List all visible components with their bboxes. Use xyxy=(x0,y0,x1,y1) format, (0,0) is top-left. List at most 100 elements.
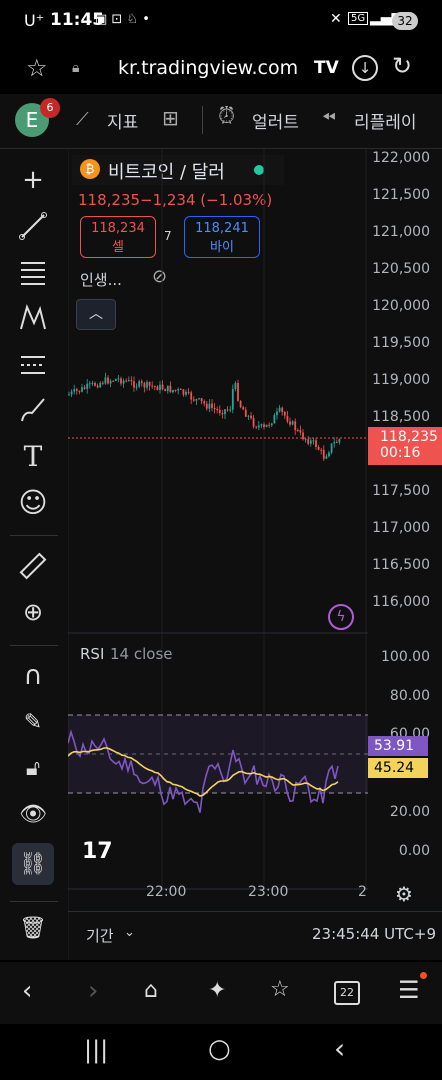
candle-body xyxy=(304,439,307,441)
price-tick: 116,500 xyxy=(372,557,430,573)
candle-body xyxy=(255,426,258,428)
toolbar-separator xyxy=(10,535,58,536)
candle-body xyxy=(190,392,193,400)
emoji-icon[interactable]: ☺ xyxy=(14,483,52,521)
candle-body xyxy=(130,380,133,382)
candle-body xyxy=(161,384,164,390)
candle-body xyxy=(281,407,284,412)
alarm-icon[interactable]: ⏰︎ xyxy=(218,104,235,129)
tradingview-icon[interactable]: TV xyxy=(314,58,339,78)
candle-body xyxy=(247,415,250,417)
candle-body xyxy=(231,388,234,410)
candle-body xyxy=(270,423,273,426)
zoom-icon[interactable]: ⊕ xyxy=(14,593,52,631)
forward-icon[interactable]: › xyxy=(88,976,98,1006)
download-icon[interactable]: ↓ xyxy=(352,55,378,81)
unlock-icon[interactable]: 🔓︎ xyxy=(14,749,52,787)
candle-body xyxy=(283,411,286,416)
alerts-button[interactable]: 얼러트 xyxy=(252,108,299,133)
last-price-value: 118,235 xyxy=(380,429,438,445)
back-icon[interactable]: ‹ xyxy=(22,976,32,1006)
divider xyxy=(68,911,442,912)
settings-gear-icon[interactable]: ⚙ xyxy=(395,882,413,906)
candle-body xyxy=(86,383,89,389)
url-text[interactable]: kr.tradingview.com xyxy=(118,57,298,79)
chevron-down-icon[interactable]: ⌄ xyxy=(124,925,135,940)
candle-body xyxy=(294,421,297,431)
sparkle-icon[interactable]: ✦ xyxy=(208,978,226,1003)
magnet-icon[interactable]: ∩ xyxy=(14,657,52,695)
rsi-tick: 20.00 xyxy=(389,804,430,820)
candle-body xyxy=(322,449,325,459)
back-nav-icon[interactable]: ‹ xyxy=(334,1032,345,1065)
candle-body xyxy=(302,432,304,440)
recents-icon[interactable]: ||| xyxy=(84,1036,108,1064)
candle-body xyxy=(265,424,268,428)
notification-badge: 6 xyxy=(40,98,60,118)
candle-body xyxy=(122,380,125,384)
rsi-title[interactable]: RSI xyxy=(80,645,104,663)
indicators-icon[interactable]: ⟋ xyxy=(76,109,89,130)
bookmarks-icon[interactable]: ☆ xyxy=(270,977,290,1002)
range-selector[interactable]: 기간 xyxy=(86,925,114,946)
price-tick: 122,000 xyxy=(372,150,430,166)
trash-icon[interactable]: 🗑︎ xyxy=(14,909,52,947)
candle-body xyxy=(257,425,260,428)
price-tick: 117,500 xyxy=(372,483,430,499)
lock-icon[interactable]: 🔒︎ xyxy=(72,60,79,76)
candle-body xyxy=(187,391,190,393)
candle-body xyxy=(252,418,255,427)
ruler-icon[interactable] xyxy=(14,547,52,585)
price-tick: 120,000 xyxy=(372,298,430,314)
candle-body xyxy=(260,424,263,426)
system-nav-bar: ||| ○ ‹ xyxy=(0,1024,442,1080)
rsi-params[interactable]: 14 close xyxy=(110,645,173,663)
candle-body xyxy=(159,384,161,391)
layouts-icon[interactable]: ⊞ xyxy=(162,106,179,130)
candle-body xyxy=(70,391,73,395)
candle-body xyxy=(221,412,224,415)
text-icon[interactable]: T xyxy=(14,437,52,475)
candle-body xyxy=(135,386,138,388)
candle-body xyxy=(263,424,265,428)
home-button-icon[interactable]: ○ xyxy=(208,1034,231,1064)
price-tick: 120,500 xyxy=(372,261,430,277)
candle-body xyxy=(224,409,226,415)
replay-icon[interactable]: ⏪︎ xyxy=(322,108,336,128)
price-tick: 119,500 xyxy=(372,335,430,351)
fib-icon[interactable] xyxy=(14,253,52,291)
forecast-icon[interactable] xyxy=(14,345,52,383)
home-icon[interactable]: ⌂ xyxy=(144,978,158,1003)
timezone-clock[interactable]: 23:45:44 UTC+9 xyxy=(312,925,436,943)
candle-body xyxy=(242,407,245,410)
trendline-icon[interactable] xyxy=(14,207,52,245)
menu-icon[interactable]: ☰ xyxy=(398,976,420,1004)
candle-body xyxy=(104,377,107,384)
replay-button[interactable]: 리플레이 xyxy=(354,108,417,133)
flash-icon[interactable]: ϟ xyxy=(328,604,354,630)
rsi-ma-value-label: 45.24 xyxy=(368,758,428,778)
candle-body xyxy=(96,385,99,388)
eye-icon[interactable]: 👁︎ xyxy=(14,795,52,833)
indicators-button[interactable]: 지표 xyxy=(107,108,138,133)
rsi-tick: 0.00 xyxy=(398,843,430,859)
brush-icon[interactable] xyxy=(14,391,52,429)
lock-drawing-icon[interactable]: ✎ xyxy=(14,703,52,741)
candle-body xyxy=(317,446,320,450)
link-icon[interactable]: ⛓︎ xyxy=(12,843,54,885)
drawing-toolbar: + T ☺ ⊕ ∩ ✎ 🔓︎ 👁︎ ⛓︎ 🗑︎ xyxy=(0,149,68,960)
candle-body xyxy=(83,387,86,389)
menu-notification-dot xyxy=(420,972,427,979)
price-axis[interactable]: 122,000 121,500 121,000 120,500 120,000 … xyxy=(368,149,442,889)
chart-area[interactable]: ₿ 비트코인 / 달러 118,235 −1,234 (−1.03%) 118,… xyxy=(68,149,442,960)
candle-body xyxy=(200,398,203,402)
rsi-value-label: 53.91 xyxy=(368,736,428,756)
crosshair-icon[interactable]: + xyxy=(14,161,52,199)
pattern-icon[interactable] xyxy=(14,299,52,337)
candle-body xyxy=(156,386,159,391)
star-icon[interactable]: ☆ xyxy=(26,54,48,82)
candle-body xyxy=(216,408,219,410)
candle-body xyxy=(112,380,115,382)
tabs-count[interactable]: 22 xyxy=(334,981,360,1005)
reload-icon[interactable]: ↻ xyxy=(392,52,412,80)
